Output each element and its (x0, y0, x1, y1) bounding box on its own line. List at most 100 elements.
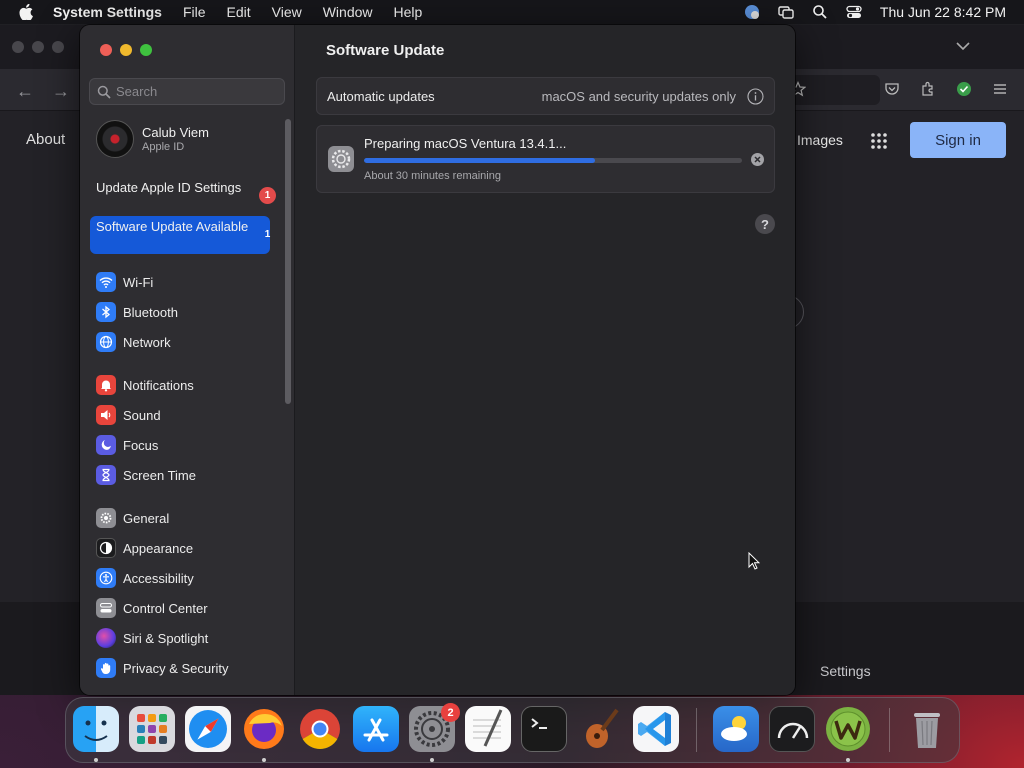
dock-chrome[interactable] (297, 706, 343, 752)
profile-check-icon[interactable] (956, 81, 972, 97)
menu-bar-clock[interactable]: Thu Jun 22 8:42 PM (880, 4, 1006, 20)
menu-window[interactable]: Window (323, 4, 373, 20)
profile-name: Calub Viem (142, 125, 209, 140)
dock-activity-monitor[interactable] (769, 706, 815, 752)
apple-id-profile[interactable]: Calub Viem Apple ID (96, 119, 209, 159)
update-progress-fill (364, 158, 595, 163)
tab-list-chevron-icon[interactable] (956, 41, 970, 51)
firefox-icon (244, 709, 284, 749)
dock-firefox[interactable] (241, 706, 287, 752)
vscode-icon (638, 712, 671, 746)
window-minimize-button[interactable] (120, 44, 132, 56)
menu-help[interactable]: Help (394, 4, 423, 20)
forward-arrow-icon[interactable]: → (52, 81, 70, 102)
search-icon (97, 85, 111, 99)
browser-minimize-dot[interactable] (32, 41, 44, 53)
sidebar-item-label: Appearance (123, 540, 194, 556)
sidebar-item-appearance[interactable]: Appearance (96, 536, 193, 560)
software-update-available-item[interactable]: Software Update Available 1 (90, 216, 270, 254)
update-apple-id-settings-item[interactable]: Update Apple ID Settings 1 (90, 177, 276, 215)
dock-weather[interactable] (713, 706, 759, 752)
dock-vscode[interactable] (633, 706, 679, 752)
update-progress-bar (364, 158, 742, 163)
control-center-menu-icon[interactable] (846, 4, 862, 20)
dock-safari[interactable] (185, 706, 231, 752)
menu-bar: System Settings File Edit View Window He… (0, 0, 1024, 24)
help-button[interactable]: ? (755, 214, 775, 234)
screen-mirroring-icon[interactable] (778, 4, 794, 20)
sidebar-item-siri-spotlight[interactable]: Siri & Spotlight (96, 626, 208, 650)
dock-terminal[interactable] (521, 706, 567, 752)
dock-finder[interactable] (73, 706, 119, 752)
menu-view[interactable]: View (272, 4, 302, 20)
sidebar-item-screen-time[interactable]: Screen Time (96, 463, 196, 487)
window-close-button[interactable] (100, 44, 112, 56)
window-zoom-button[interactable] (140, 44, 152, 56)
notice-badge: 1 (259, 187, 276, 204)
finder-face-icon (84, 720, 108, 741)
launchpad-grid-icon (137, 714, 167, 744)
sidebar-item-general[interactable]: General (96, 506, 169, 530)
sidebar-item-network[interactable]: Network (96, 330, 171, 354)
sidebar-scrollbar[interactable] (285, 119, 291, 404)
guitar-icon (586, 708, 619, 748)
sidebar-item-control-center[interactable]: Control Center (96, 596, 208, 620)
google-apps-grid-icon[interactable] (870, 132, 888, 150)
profile-subtitle: Apple ID (142, 141, 185, 153)
sidebar-item-sound[interactable]: Sound (96, 403, 161, 427)
hand-icon (96, 658, 116, 678)
sidebar-item-label: Sound (123, 407, 161, 423)
automatic-updates-row[interactable]: Automatic updates macOS and security upd… (316, 77, 775, 115)
trash-can-icon (914, 713, 940, 748)
sidebar-item-notifications[interactable]: Notifications (96, 373, 194, 397)
dock-textedit[interactable] (465, 706, 511, 752)
page-title: Software Update (326, 42, 445, 59)
control-center-icon (96, 598, 116, 618)
settings-sidebar: Search Calub Viem Apple ID Update Apple … (80, 25, 295, 695)
bluetooth-icon (96, 302, 116, 322)
firefox-running-dot (262, 758, 266, 762)
menu-hamburger-icon[interactable] (992, 81, 1008, 97)
dock-w-app[interactable] (825, 706, 871, 752)
system-settings-running-dot (430, 758, 434, 762)
sidebar-item-bluetooth[interactable]: Bluetooth (96, 300, 178, 324)
sidebar-item-focus[interactable]: Focus (96, 433, 158, 457)
sidebar-item-label: Wi-Fi (123, 274, 154, 290)
cancel-update-icon[interactable] (751, 153, 764, 166)
sidebar-item-label: Siri & Spotlight (123, 630, 209, 646)
w-app-running-dot (846, 758, 850, 762)
sidebar-item-wifi[interactable]: Wi-Fi (96, 270, 153, 294)
menu-edit[interactable]: Edit (227, 4, 251, 20)
user-globe-icon[interactable] (744, 4, 760, 20)
spotlight-search-icon[interactable] (812, 4, 828, 20)
sidebar-item-label: Privacy & Security (123, 660, 229, 676)
bell-icon (96, 375, 116, 395)
sidebar-item-privacy-security[interactable]: Privacy & Security (96, 656, 228, 680)
gear-icon (96, 508, 116, 528)
back-arrow-icon[interactable]: ← (16, 81, 34, 102)
sidebar-item-accessibility[interactable]: Accessibility (96, 566, 194, 590)
dock-app-store[interactable] (353, 706, 399, 752)
pocket-icon[interactable] (884, 81, 900, 97)
footer-settings-link[interactable]: Settings (820, 663, 871, 679)
update-progress-card: Preparing macOS Ventura 13.4.1... About … (316, 125, 775, 193)
globe-icon (96, 332, 116, 352)
menu-app-name[interactable]: System Settings (53, 4, 162, 20)
browser-close-dot[interactable] (12, 41, 24, 53)
info-icon[interactable] (747, 88, 764, 105)
sign-in-button[interactable]: Sign in (910, 122, 1006, 158)
about-link[interactable]: About (26, 131, 65, 148)
browser-zoom-dot[interactable] (52, 41, 64, 53)
images-link[interactable]: Images (797, 132, 843, 148)
menu-file[interactable]: File (183, 4, 206, 20)
siri-icon (96, 628, 116, 648)
extensions-icon[interactable] (920, 81, 936, 97)
dock-trash[interactable] (904, 706, 950, 752)
weather-cloud-sun-icon (721, 716, 747, 741)
dock-garageband[interactable] (577, 706, 623, 752)
search-input[interactable]: Search (89, 78, 285, 105)
apple-logo-icon[interactable] (19, 4, 33, 20)
system-settings-window: Search Calub Viem Apple ID Update Apple … (80, 25, 795, 695)
update-time-remaining: About 30 minutes remaining (364, 170, 501, 182)
dock-launchpad[interactable] (129, 706, 175, 752)
